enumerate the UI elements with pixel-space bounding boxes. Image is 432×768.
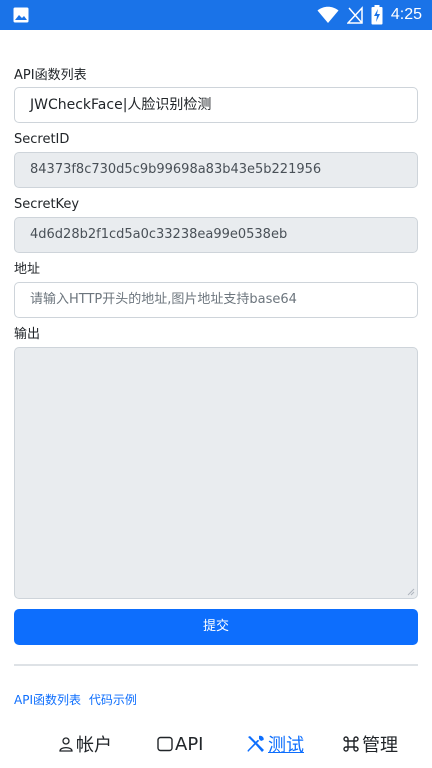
footer-links: API函数列表 代码示例 (14, 691, 141, 708)
tab-manage-label: 管理 (362, 735, 398, 756)
bottom-tab-bar: 帐户 API 测试 管理 (0, 729, 432, 759)
square-icon (157, 736, 173, 752)
address-input[interactable]: 请输入HTTP开头的地址,图片地址支持base64 (14, 282, 418, 318)
person-icon (59, 737, 73, 752)
secret-id-label: SecretID (14, 132, 70, 147)
tab-api-label: API (175, 733, 204, 755)
no-signal-icon (346, 6, 363, 24)
submit-button[interactable]: 提交 (14, 609, 418, 645)
api-list-label: API函数列表 (14, 68, 87, 83)
status-bar: 4:25 (0, 0, 432, 30)
tab-manage[interactable]: 管理 (342, 729, 398, 759)
code-example-link[interactable]: 代码示例 (89, 693, 137, 707)
tab-test-label: 测试 (268, 735, 304, 756)
battery-charging-icon (371, 5, 383, 25)
command-icon (343, 736, 359, 752)
divider (14, 664, 418, 666)
address-label: 地址 (14, 262, 41, 277)
tab-account[interactable]: 帐户 (58, 729, 112, 759)
clock: 4:25 (390, 6, 422, 23)
tools-icon (247, 735, 264, 752)
secret-key-field[interactable]: 4d6d28b2f1cd5a0c33238ea99e0538eb (14, 217, 418, 253)
secret-key-label: SecretKey (14, 197, 80, 212)
tab-test[interactable]: 测试 (246, 729, 304, 759)
api-select[interactable]: JWCheckFace|人脸识别检测 (14, 87, 418, 123)
resize-grip-icon[interactable] (407, 588, 415, 596)
tab-api[interactable]: API (157, 729, 203, 759)
output-textarea[interactable] (14, 347, 418, 599)
output-label: 输出 (14, 327, 41, 342)
api-list-link[interactable]: API函数列表 (14, 693, 81, 707)
gallery-icon (13, 7, 29, 23)
tab-account-label: 帐户 (76, 735, 112, 756)
wifi-icon (317, 6, 339, 23)
secret-id-field[interactable]: 84373f8c730d5c9b99698a83b43e5b221956 (14, 152, 418, 188)
